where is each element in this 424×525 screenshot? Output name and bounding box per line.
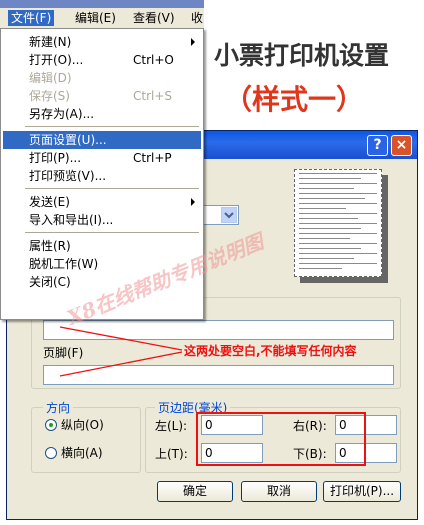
menu-item-print-preview[interactable]: 打印预览(V)...: [3, 167, 201, 185]
annotation-text: 这两处要空白,不能填写任何内容: [184, 344, 357, 358]
menu-separator: [25, 188, 199, 189]
menu-edit[interactable]: 编辑(E): [72, 10, 119, 26]
menubar: 文件(F) 编辑(E) 查看(V) 收: [0, 8, 204, 29]
chevron-right-icon: [191, 198, 195, 206]
menu-item-edit: 编辑(D): [29, 71, 72, 85]
page-title: 小票打印机设置: [214, 41, 390, 70]
menu-separator: [25, 126, 199, 127]
menu-item-send[interactable]: 发送(E): [3, 193, 201, 211]
menu-item-page-setup[interactable]: 页面设置(U)...: [3, 131, 201, 149]
menu-item-print[interactable]: 打印(P)... Ctrl+P: [3, 149, 201, 167]
page-subtitle: （样式一）: [224, 83, 365, 116]
menu-item-properties[interactable]: 属性(R): [3, 237, 201, 255]
menu-file[interactable]: 文件(F): [8, 10, 55, 26]
menu-item-save: 保存(S) Ctrl+S: [29, 89, 173, 103]
menu-view[interactable]: 查看(V): [130, 10, 178, 26]
menu-favorites[interactable]: 收: [188, 10, 206, 26]
chevron-right-icon: [191, 38, 195, 46]
menu-item-new[interactable]: 新建(N): [3, 33, 201, 51]
menu-separator: [25, 232, 199, 233]
menu-item-save-as[interactable]: 另存为(A)...: [3, 105, 201, 123]
menu-item-open[interactable]: 打开(O)... Ctrl+O: [3, 51, 201, 69]
window-title-strip: [0, 0, 204, 8]
menu-item-import-export[interactable]: 导入和导出(I)...: [3, 211, 201, 229]
